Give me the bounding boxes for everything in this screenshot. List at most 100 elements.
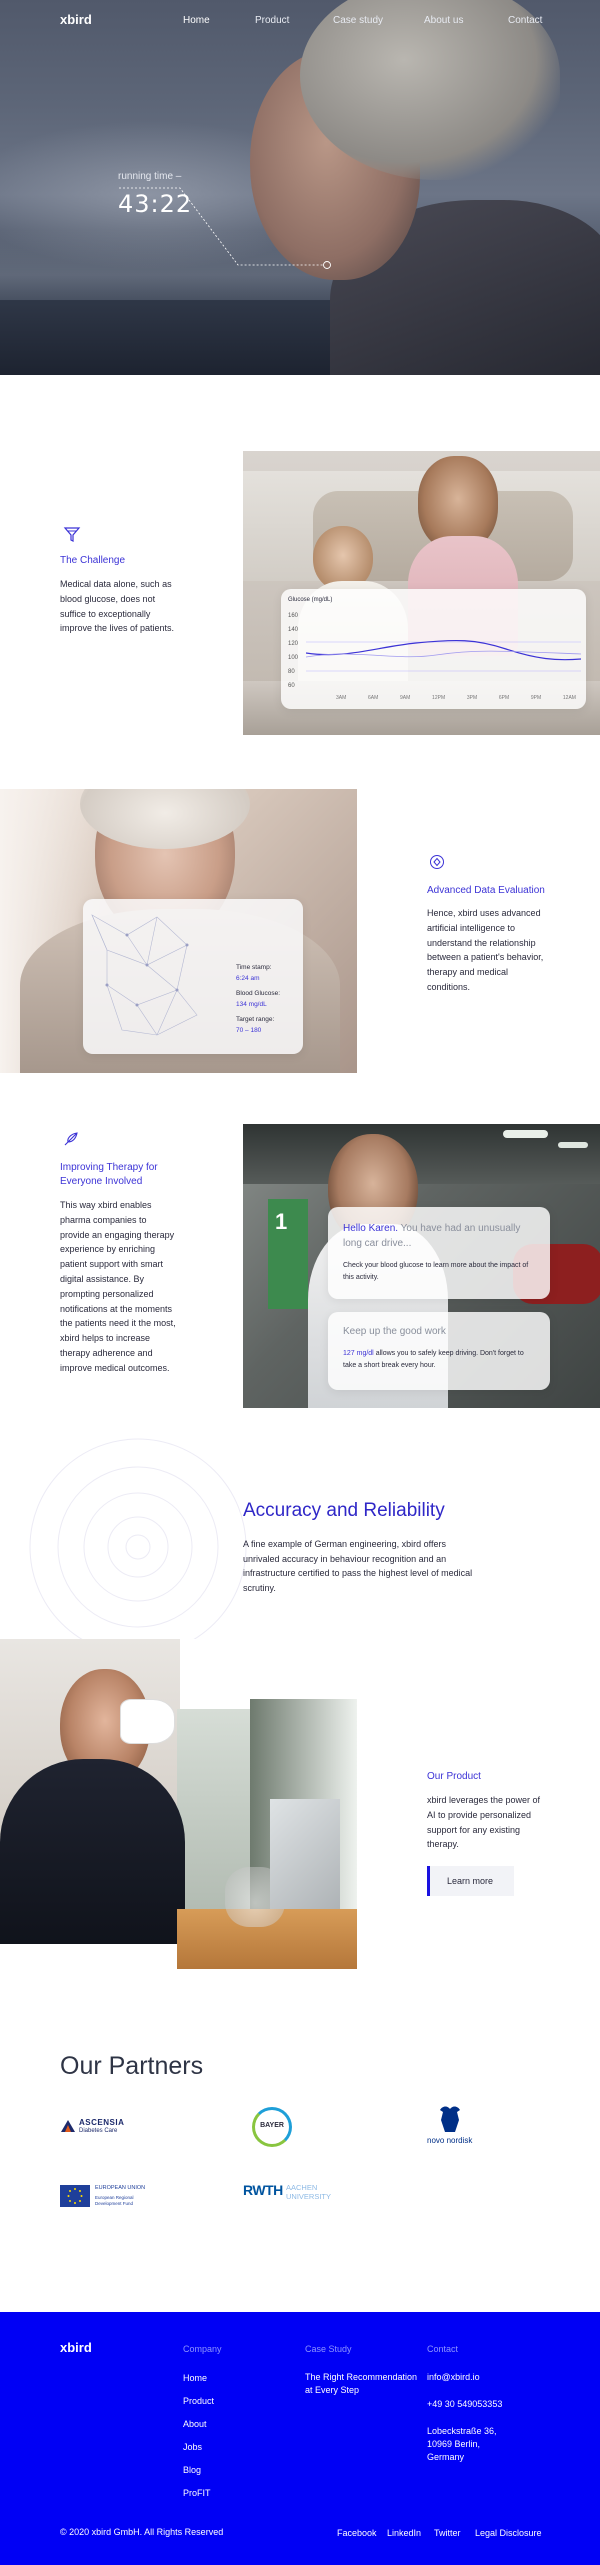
footer-link-blog[interactable]: Blog (183, 2459, 214, 2482)
footer-address: Lobeckstraße 36, 10969 Berlin, Germany (427, 2426, 497, 2462)
nav-product[interactable]: Product (255, 15, 289, 26)
rwth-logo[interactable]: RWTH AACHEN UNIVERSITY (243, 2182, 343, 2210)
ascensia-name: ASCENSIA (79, 2118, 125, 2127)
footer: xbird Company Home Product About Jobs Bl… (0, 2312, 600, 2565)
drive-text: Check your blood glucose to learn more a… (343, 1262, 529, 1281)
glucose-curves (306, 639, 581, 672)
keep-up-headline: Keep up the good work (343, 1326, 446, 1337)
footer-company-head: Company (183, 2344, 222, 2354)
timer-connector (119, 187, 331, 269)
concentric-rings-decoration (29, 1438, 247, 1656)
x-tick: 3AM (336, 695, 347, 701)
novo-nordisk-logo[interactable]: novo nordisk (425, 2104, 495, 2149)
accuracy-body: A fine example of German engineering, xb… (243, 1539, 473, 1593)
evaluation-title: Advanced Data Evaluation (427, 885, 545, 896)
x-tick: 12PM (432, 695, 446, 701)
ascensia-sub: Diabetes Care (79, 2128, 118, 2134)
challenge-body: Medical data alone, such as blood glucos… (60, 579, 175, 634)
rwth-name: RWTH (243, 2182, 283, 2198)
challenge-title: The Challenge (60, 555, 126, 566)
footer-link-jobs[interactable]: Jobs (183, 2436, 214, 2459)
keep-up-text: 127 mg/dl allows you to safely keep driv… (343, 1350, 524, 1369)
footer-case-head: Case Study (305, 2344, 352, 2354)
footer-linkedin[interactable]: LinkedIn (387, 2527, 421, 2540)
evaluation-network-card: Time stamp: 6:24 am Blood Glucose: 134 m… (83, 899, 303, 1054)
product-photo (0, 1639, 357, 1969)
y-tick: 160 (288, 613, 299, 619)
footer-copyright: © 2020 xbird GmbH. All Rights Reserved (60, 2527, 224, 2537)
x-axis: 3AM 6AM 9AM 12PM 3PM 6PM 9PM 12AM (336, 695, 576, 701)
eu-fund-logo[interactable]: EUROPEAN UNION European Regional Develop… (60, 2183, 150, 2211)
x-tick: 6AM (368, 695, 379, 701)
footer-link-about[interactable]: About (183, 2413, 214, 2436)
footer-contact-head: Contact (427, 2344, 459, 2354)
notification-card-drive[interactable]: Hello Karen. You have had an unusually l… (328, 1207, 550, 1299)
footer-facebook[interactable]: Facebook (337, 2527, 377, 2540)
eu-top: EUROPEAN UNION (95, 2185, 146, 2191)
evaluation-data: Time stamp: 6:24 am Blood Glucose: 134 m… (236, 962, 280, 1036)
therapy-body: This way xbird enables pharma companies … (60, 1200, 176, 1373)
y-tick: 60 (288, 683, 295, 689)
footer-email[interactable]: info@xbird.io (427, 2371, 480, 2384)
notification-card-keep-up[interactable]: Keep up the good work 127 mg/dl allows y… (328, 1312, 550, 1390)
novo-name: novo nordisk (427, 2136, 473, 2145)
eu-flag-icon (60, 2185, 90, 2207)
evaluation-body: Hence, xbird uses advanced artificial in… (427, 908, 544, 992)
hero-section: xbird Home Product Case study About us C… (0, 0, 600, 375)
challenge-photo: Glucose (mg/dL) 160 140 120 100 80 60 3A… (243, 451, 600, 735)
footer-company-links: Home Product About Jobs Blog ProFIT (183, 2367, 214, 2505)
time-label: Time stamp: (236, 964, 272, 971)
nav-case-study[interactable]: Case study (333, 15, 383, 26)
accuracy-title: Accuracy and Reliability (243, 1500, 445, 1521)
bayer-logo[interactable]: BAYER (252, 2107, 292, 2147)
x-tick: 3PM (466, 695, 478, 701)
feather-icon (64, 1132, 78, 1146)
therapy-photo: 1 Hello Karen. You have had an unusually… (243, 1124, 600, 1408)
footer-phone[interactable]: +49 30 549053353 (427, 2398, 502, 2411)
y-tick: 120 (288, 641, 299, 647)
glucose-label: Blood Glucose: (236, 990, 281, 997)
keep-up-value: 127 mg/dl (343, 1350, 374, 1357)
logo[interactable]: xbird (60, 12, 92, 27)
y-tick: 100 (288, 655, 299, 661)
nav-about-us[interactable]: About us (424, 15, 463, 26)
network-graph-icon (91, 914, 198, 1036)
nav-home[interactable]: Home (183, 15, 210, 26)
glucose-chart-card: Glucose (mg/dL) 160 140 120 100 80 60 3A… (281, 589, 586, 709)
product-body: xbird leverages the power of AI to provi… (427, 1795, 541, 1850)
time-value: 6:24 am (236, 975, 260, 982)
footer-link-profit[interactable]: ProFIT (183, 2482, 214, 2505)
target-value: 70 – 180 (236, 1027, 262, 1034)
learn-more-button[interactable]: Learn more (427, 1866, 514, 1896)
glucose-value: 134 mg/dL (236, 1001, 267, 1008)
product-title: Our Product (427, 1771, 481, 1782)
footer-legal[interactable]: Legal Disclosure (475, 2527, 542, 2540)
y-tick: 140 (288, 627, 299, 633)
target-label: Target range: (236, 1016, 275, 1023)
timer-label: running time – (118, 171, 182, 182)
footer-link-home[interactable]: Home (183, 2367, 214, 2390)
ai-chip-icon (430, 855, 444, 869)
x-tick: 9AM (400, 695, 411, 701)
therapy-title: Improving Therapy for Everyone Involved (60, 1162, 158, 1187)
bayer-name: BAYER (260, 2122, 284, 2129)
footer-twitter[interactable]: Twitter (434, 2527, 461, 2540)
novo-bull-icon (440, 2106, 460, 2132)
eu-sub: European Regional Development Fund (95, 2195, 134, 2206)
x-tick: 12AM (562, 695, 576, 701)
footer-link-product[interactable]: Product (183, 2390, 214, 2413)
x-tick: 9PM (530, 695, 542, 701)
greeting: Hello Karen. (343, 1223, 399, 1234)
drive-headline: Hello Karen. You have had an unusually l… (343, 1223, 521, 1249)
x-tick: 6PM (498, 695, 510, 701)
footer-case-link[interactable]: The Right Recommendation at Every Step (305, 2371, 420, 2397)
footer-logo[interactable]: xbird (60, 2340, 92, 2355)
nav-contact[interactable]: Contact (508, 15, 542, 26)
glucose-chart-label: Glucose (mg/dL) (288, 597, 333, 603)
y-tick: 80 (288, 669, 295, 675)
partners-title: Our Partners (60, 2052, 204, 2080)
ascensia-triangle-icon (61, 2120, 75, 2132)
rwth-sub: AACHEN UNIVERSITY (286, 2183, 332, 2201)
ascensia-logo[interactable]: ASCENSIA Diabetes Care (60, 2116, 140, 2138)
filter-icon (63, 527, 81, 542)
